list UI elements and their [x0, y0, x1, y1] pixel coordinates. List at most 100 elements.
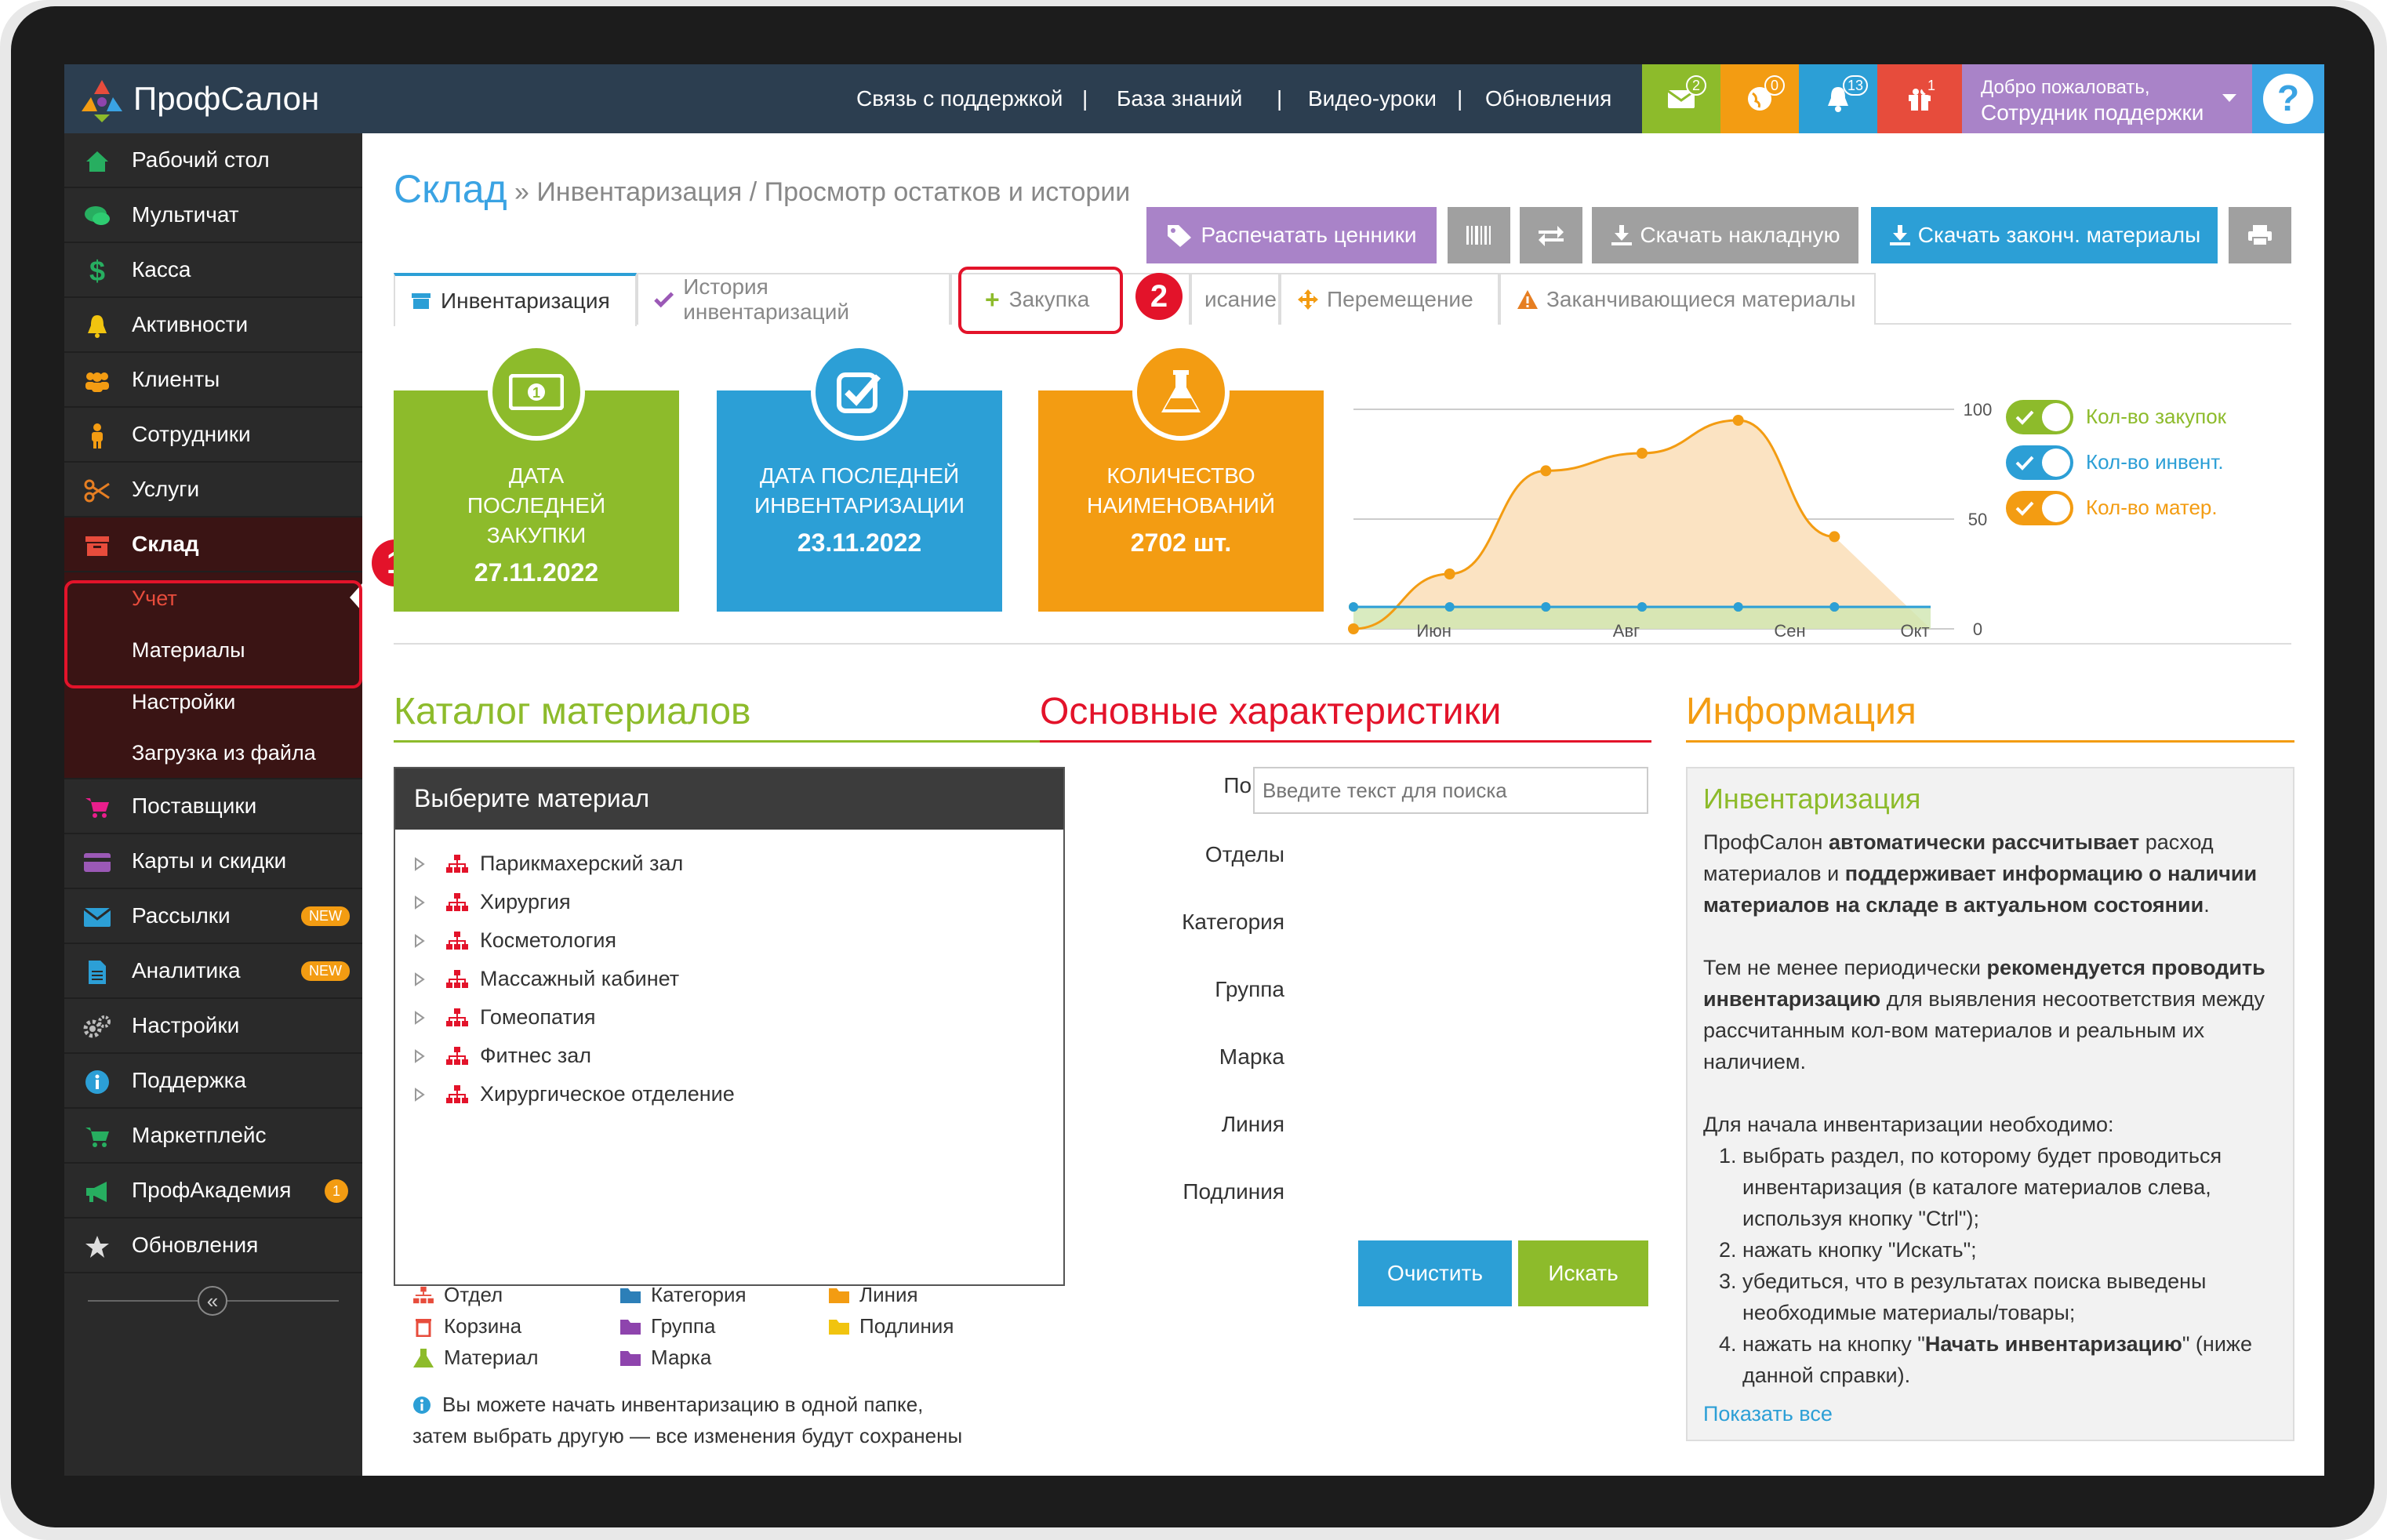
sidebar-item-label: Активности — [132, 312, 249, 336]
tab-write-off[interactable]: исание — [1190, 273, 1280, 325]
filter-field-label: Марка — [1219, 1044, 1284, 1069]
checkbox-icon — [811, 343, 908, 441]
tree-item-label: Гомеопатия — [480, 1005, 596, 1029]
data-point — [1541, 602, 1551, 612]
tree-item[interactable]: Массажный кабинет — [414, 967, 679, 991]
tab-label: История инвентаризаций — [683, 274, 849, 324]
legend-label: Линия — [859, 1283, 918, 1306]
toggle-materials[interactable] — [2006, 491, 2073, 525]
academy-badge: 1 — [325, 1179, 348, 1203]
tab-ending-materials[interactable]: Заканчивающиеся материалы — [1499, 273, 1876, 325]
sidebar-item-label: Склад — [132, 532, 199, 556]
sidebar-item-mailings[interactable]: Рассылки NEW — [64, 889, 362, 944]
button-label: Распечатать ценники — [1201, 223, 1417, 247]
sidebar-item-cash[interactable]: $ Касса — [64, 243, 362, 298]
data-point — [1444, 568, 1455, 579]
transfer-button[interactable] — [1520, 207, 1582, 263]
messages-button[interactable]: 2 — [1642, 64, 1720, 133]
tab-highlight — [958, 267, 1123, 334]
sidebar-item-suppliers[interactable]: Поставщики — [64, 779, 362, 834]
catalog-heading: Каталог материалов — [394, 691, 751, 732]
sidebar-item-label: Маркетплейс — [132, 1123, 267, 1147]
user-menu[interactable]: Добро пожаловать, Сотрудник поддержки — [1962, 64, 2252, 133]
tree-item[interactable]: Парикмахерский зал — [414, 852, 683, 876]
clear-button[interactable]: Очистить — [1358, 1240, 1512, 1306]
tree-expand-icon[interactable] — [414, 1010, 425, 1025]
sidebar-item-updates[interactable]: Обновления — [64, 1219, 362, 1273]
tree-item[interactable]: Фитнес зал — [414, 1044, 591, 1068]
sidebar-item-cards[interactable]: Карты и скидки — [64, 834, 362, 889]
notifications-button[interactable]: 13 — [1799, 64, 1877, 133]
messages-badge: 2 — [1686, 75, 1706, 96]
sidebar-item-support[interactable]: Поддержка — [64, 1054, 362, 1109]
tree-item[interactable]: Косметология — [414, 928, 616, 953]
sidebar-item-services[interactable]: Услуги — [64, 463, 362, 518]
sidebar-subitem-upload[interactable]: Загрузка из файла — [64, 728, 362, 779]
legend-label: Категория — [651, 1283, 747, 1306]
gifts-button[interactable]: 1 — [1877, 64, 1962, 133]
filter-field-label: Линия — [1221, 1112, 1284, 1136]
help-button[interactable]: ? — [2252, 64, 2324, 133]
barcode-button[interactable] — [1448, 207, 1510, 263]
sidebar-item-clients[interactable]: Клиенты — [64, 353, 362, 408]
tree-expand-icon[interactable] — [414, 1048, 425, 1063]
folder-icon — [620, 1350, 641, 1366]
tree-expand-icon[interactable] — [414, 895, 425, 910]
sidebar-item-warehouse[interactable]: Склад — [64, 518, 362, 572]
download-ending-materials-button[interactable]: Скачать законч. материалы — [1871, 207, 2218, 263]
sidebar-item-marketplace[interactable]: Маркетплейс — [64, 1109, 362, 1164]
tree-item-label: Парикмахерский зал — [480, 852, 684, 875]
updates-link[interactable]: Обновления — [1485, 86, 1611, 111]
tree-item[interactable]: Хирургическое отделение — [414, 1082, 735, 1106]
toggle-purchases[interactable] — [2006, 400, 2073, 434]
sidebar-item-academy[interactable]: ПрофАкадемия 1 — [64, 1164, 362, 1219]
top-separator: | — [1277, 86, 1283, 111]
tree-expand-icon[interactable] — [414, 972, 425, 986]
tree-item[interactable]: Гомеопатия — [414, 1005, 596, 1030]
download-invoice-button[interactable]: Скачать накладную — [1592, 207, 1858, 263]
show-all-link[interactable]: Показать все — [1703, 1402, 2277, 1426]
sidebar-item-analytics[interactable]: Аналитика NEW — [64, 944, 362, 999]
sidebar-item-staff[interactable]: Сотрудники — [64, 408, 362, 463]
search-button[interactable]: Искать — [1518, 1240, 1648, 1306]
cart-icon — [83, 1123, 111, 1151]
collapse-sidebar-button[interactable]: « — [198, 1286, 227, 1316]
info-step: выбрать раздел, по которому будет провод… — [1742, 1140, 2277, 1234]
data-point — [1829, 602, 1840, 612]
toggle-inventory[interactable] — [2006, 445, 2073, 480]
users-icon — [83, 367, 111, 395]
button-label: Скачать законч. материалы — [1917, 223, 2201, 247]
divider — [394, 643, 2291, 645]
orders-button[interactable]: 0 — [1720, 64, 1799, 133]
tree-expand-icon[interactable] — [414, 856, 425, 871]
trash-icon — [416, 1318, 431, 1337]
print-button[interactable] — [2229, 207, 2291, 263]
sidebar-item-activities[interactable]: Активности — [64, 298, 362, 353]
info-paragraph-1: ПрофСалон автоматически рассчитывает рас… — [1703, 830, 2258, 917]
knowledge-base-link[interactable]: База знаний — [1117, 86, 1242, 111]
tab-inventory[interactable]: Инвентаризация — [394, 273, 637, 326]
tree-item[interactable]: Хирургия — [414, 890, 571, 914]
support-link[interactable]: Связь с поддержкой — [856, 86, 1063, 111]
card-title: ДАТА ПОСЛЕДНЕЙ ЗАКУПКИ — [467, 463, 606, 547]
sidebar-item-settings[interactable]: Настройки — [64, 999, 362, 1054]
logo-icon — [82, 80, 122, 122]
tree-item-label: Хирургия — [480, 890, 571, 913]
info-panel: Инвентаризация ПрофСалон автоматически р… — [1686, 767, 2294, 1441]
tree-expand-icon[interactable] — [414, 933, 425, 948]
data-point — [1444, 602, 1455, 612]
sidebar-item-desktop[interactable]: Рабочий стол — [64, 133, 362, 188]
print-price-tags-button[interactable]: Распечатать ценники — [1146, 207, 1437, 263]
sidebar-item-multichat[interactable]: Мультичат — [64, 188, 362, 243]
video-lessons-link[interactable]: Видео-уроки — [1308, 86, 1437, 111]
sidebar-item-label: Касса — [132, 257, 191, 281]
search-input[interactable] — [1253, 767, 1648, 814]
tab-transfer[interactable]: Перемещение — [1280, 273, 1499, 325]
archive-icon — [83, 532, 111, 560]
folder-icon — [620, 1319, 641, 1335]
info-icon — [83, 1068, 111, 1096]
tab-inventory-history[interactable]: История инвентаризаций — [637, 273, 950, 325]
tree-expand-icon[interactable] — [414, 1087, 425, 1102]
data-point — [1348, 623, 1359, 634]
filter-field-label: Подлиния — [1183, 1179, 1284, 1204]
